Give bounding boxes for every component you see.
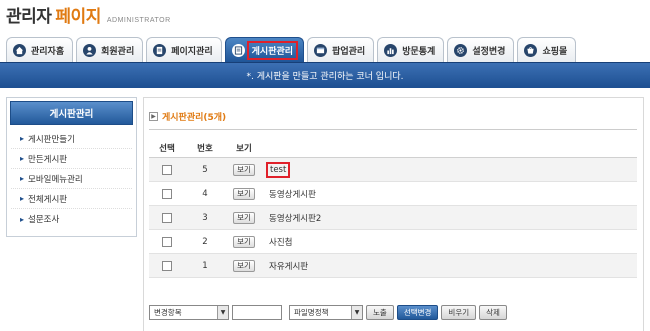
bullet-icon: ▸ bbox=[20, 194, 25, 203]
col-header-view: 보기 bbox=[236, 143, 252, 154]
main-content: ▶ 게시판관리(5개) 선택 번호 보기 5 보기 test 4 보기 동영상게… bbox=[143, 97, 644, 331]
row-checkbox[interactable] bbox=[162, 188, 172, 199]
sidebar-heading: 게시판관리 bbox=[10, 101, 133, 125]
table-row: 3 보기 동영상게시판2 bbox=[149, 206, 637, 230]
tab-member[interactable]: 회원관리 bbox=[76, 37, 144, 62]
tab-stats[interactable]: 방문통계 bbox=[377, 37, 445, 62]
view-button[interactable]: 보기 bbox=[233, 163, 255, 176]
bullet-icon: ▸ bbox=[20, 134, 25, 143]
tab-label: 방문통계 bbox=[402, 46, 436, 57]
table-row: 5 보기 test bbox=[149, 158, 637, 182]
table-row: 2 보기 사진첩 bbox=[149, 230, 637, 254]
tab-shop[interactable]: 쇼핑몰 bbox=[517, 37, 577, 62]
tab-page[interactable]: 페이지관리 bbox=[146, 37, 222, 62]
delete-button[interactable]: 삭제 bbox=[479, 305, 507, 320]
tab-label: 페이지관리 bbox=[171, 46, 213, 57]
tab-label: 회원관리 bbox=[101, 46, 135, 57]
tab-label: 쇼핑몰 bbox=[542, 46, 568, 57]
col-header-select: 선택 bbox=[159, 143, 175, 154]
tab-label: 관리자홈 bbox=[31, 46, 65, 57]
empty-button[interactable]: 비우기 bbox=[441, 305, 477, 320]
tab-label: 게시판관리 bbox=[246, 40, 299, 60]
board-name-link[interactable]: test bbox=[265, 161, 291, 178]
table-header: 선택 번호 보기 bbox=[149, 138, 637, 158]
popup-icon bbox=[314, 43, 328, 57]
brand-title: 관리자 bbox=[6, 7, 52, 27]
tab-label: 설정변경 bbox=[472, 46, 506, 57]
row-number: 4 bbox=[202, 188, 208, 199]
row-number: 1 bbox=[202, 260, 208, 271]
shop-icon bbox=[524, 43, 538, 57]
sidebar-item-all-boards[interactable]: ▸ 전체게시판 bbox=[11, 189, 132, 209]
row-checkbox[interactable] bbox=[162, 164, 172, 175]
sidebar-item-label: 만든게시판 bbox=[28, 154, 68, 165]
row-number: 3 bbox=[202, 212, 208, 223]
board-name-link[interactable]: 사진첩 bbox=[269, 238, 292, 248]
sidebar-menu: ▸ 게시판만들기 ▸ 만든게시판 ▸ 모바일메뉴관리 ▸ 전체게시판 ▸ 설문조… bbox=[7, 129, 136, 229]
user-icon bbox=[83, 43, 97, 57]
sidebar-item-label: 설문조사 bbox=[28, 215, 60, 225]
bullet-icon: ▸ bbox=[20, 154, 25, 163]
arrow-right-icon: ▶ bbox=[149, 112, 158, 121]
brand-title-accent: 페이지 bbox=[55, 7, 101, 27]
chevron-down-icon: ▼ bbox=[351, 306, 362, 319]
chevron-down-icon: ▼ bbox=[217, 306, 228, 319]
row-checkbox[interactable] bbox=[162, 260, 172, 271]
tab-board[interactable]: 게시판관리 bbox=[224, 37, 305, 62]
home-icon bbox=[13, 43, 26, 57]
select-value: 파일명정책 bbox=[294, 308, 329, 317]
banner-text: *. 게시판을 만들고 관리하는 코너 입니다. bbox=[246, 72, 404, 82]
sidebar-item-created-boards[interactable]: ▸ 만든게시판 bbox=[11, 149, 132, 169]
sidebar-item-survey[interactable]: ▸ 설문조사 bbox=[11, 209, 132, 229]
tab-popup[interactable]: 팝업관리 bbox=[307, 37, 375, 62]
view-button[interactable]: 보기 bbox=[233, 211, 255, 224]
row-checkbox[interactable] bbox=[162, 212, 172, 223]
file-policy-select[interactable]: 파일명정책 ▼ bbox=[289, 305, 363, 320]
change-item-select[interactable]: 변경항목 ▼ bbox=[149, 305, 229, 320]
sidebar-item-label: 게시판만들기 bbox=[28, 134, 75, 145]
row-checkbox[interactable] bbox=[162, 236, 172, 247]
admin-brand: 관리자 페이지 ADMINISTRATOR bbox=[6, 2, 171, 32]
view-button[interactable]: 보기 bbox=[233, 187, 255, 200]
row-number: 2 bbox=[202, 236, 208, 247]
board-name-link[interactable]: 동영상게시판 bbox=[269, 190, 316, 200]
info-banner: *. 게시판을 만들고 관리하는 코너 입니다. bbox=[0, 62, 650, 88]
board-name-link[interactable]: 동영상게시판2 bbox=[269, 214, 321, 224]
tab-admin-home[interactable]: 관리자홈 bbox=[6, 37, 74, 62]
apply-change-button[interactable]: 선택변경 bbox=[396, 305, 439, 320]
view-button[interactable]: 보기 bbox=[233, 259, 255, 272]
bulk-action-bar: 변경항목 ▼ 파일명정책 ▼ 노출 선택변경 비우기 삭제 bbox=[149, 305, 507, 320]
main-tabs: 관리자홈 회원관리 페이지관리 게시판관리 팝업관리 방문통계 설정변경 쇼핑몰 bbox=[6, 37, 577, 62]
board-table: 선택 번호 보기 5 보기 test 4 보기 동영상게시판 3 보기 동영상게… bbox=[149, 138, 637, 278]
stats-icon bbox=[384, 43, 398, 57]
divider bbox=[149, 129, 637, 130]
brand-subtitle: ADMINISTRATOR bbox=[106, 17, 171, 24]
table-row: 4 보기 동영상게시판 bbox=[149, 182, 637, 206]
board-name-link[interactable]: 자유게시판 bbox=[269, 262, 308, 272]
sidebar-item-create-board[interactable]: ▸ 게시판만들기 bbox=[11, 129, 132, 149]
sidebar: 게시판관리 ▸ 게시판만들기 ▸ 만든게시판 ▸ 모바일메뉴관리 ▸ 전체게시판… bbox=[6, 97, 137, 237]
col-header-number: 번호 bbox=[197, 143, 213, 154]
sidebar-item-label: 모바일메뉴관리 bbox=[28, 174, 83, 185]
page-icon bbox=[153, 43, 167, 57]
settings-icon bbox=[454, 43, 468, 57]
change-value-input[interactable] bbox=[232, 305, 282, 320]
expose-button[interactable]: 노출 bbox=[366, 305, 394, 320]
row-number: 5 bbox=[202, 164, 208, 175]
view-button[interactable]: 보기 bbox=[233, 235, 255, 248]
board-icon bbox=[231, 43, 245, 57]
sidebar-item-mobile-menu[interactable]: ▸ 모바일메뉴관리 bbox=[11, 169, 132, 189]
sidebar-item-label: 전체게시판 bbox=[28, 194, 68, 205]
select-value: 변경항목 bbox=[154, 308, 182, 317]
table-row: 1 보기 자유게시판 bbox=[149, 254, 637, 278]
section-title: ▶ 게시판관리(5개) bbox=[149, 110, 226, 123]
table-body: 5 보기 test 4 보기 동영상게시판 3 보기 동영상게시판2 2 보기 … bbox=[149, 158, 637, 278]
section-title-text: 게시판관리(5개) bbox=[162, 113, 227, 123]
tab-settings[interactable]: 설정변경 bbox=[447, 37, 515, 62]
tab-label: 팝업관리 bbox=[332, 46, 366, 57]
bullet-icon: ▸ bbox=[20, 174, 25, 183]
bullet-icon: ▸ bbox=[20, 214, 25, 224]
